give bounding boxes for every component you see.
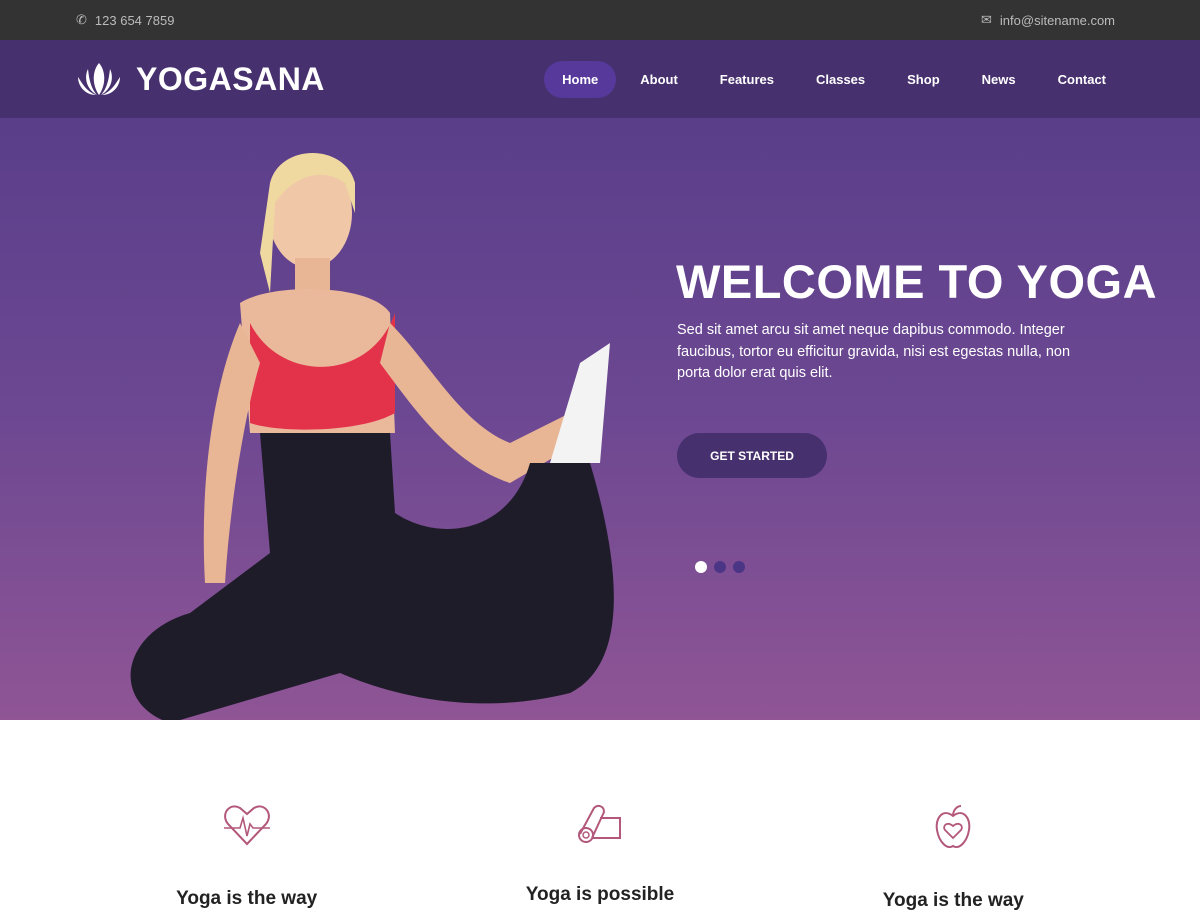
slide-dot-3[interactable] bbox=[733, 561, 745, 573]
lotus-icon bbox=[78, 63, 120, 95]
nav-contact[interactable]: Contact bbox=[1040, 61, 1124, 98]
apple-heart-icon bbox=[936, 805, 971, 848]
slide-dot-2[interactable] bbox=[714, 561, 726, 573]
hero-text: Sed sit amet arcu sit amet neque dapibus… bbox=[677, 322, 1071, 381]
main-nav: YOGASANA Home About Features Classes Sho… bbox=[0, 40, 1200, 118]
yoga-mat-icon bbox=[577, 804, 621, 843]
features-section: Yoga is the way Yoga is possible Yoga is… bbox=[0, 720, 1200, 912]
phone-contact: ✆ 123 654 7859 bbox=[76, 12, 175, 28]
feature-title: Yoga is the way bbox=[176, 888, 318, 909]
feature-card: Yoga is the way bbox=[97, 720, 397, 912]
nav-news[interactable]: News bbox=[964, 61, 1034, 98]
phone-icon: ✆ bbox=[76, 12, 87, 27]
nav-menu: Home About Features Classes Shop News Co… bbox=[544, 60, 1124, 98]
logo[interactable]: YOGASANA bbox=[76, 61, 325, 98]
email-contact[interactable]: ✉ info@sitename.com bbox=[981, 12, 1115, 28]
heartbeat-icon bbox=[223, 805, 270, 846]
feature-title: Yoga is the way bbox=[882, 890, 1024, 911]
feature-card: Yoga is possible bbox=[450, 720, 750, 912]
get-started-button[interactable]: GET STARTED bbox=[677, 433, 827, 478]
hero-title: WELCOME TO YOGA bbox=[676, 255, 1158, 308]
nav-shop[interactable]: Shop bbox=[889, 61, 958, 98]
feature-title: Yoga is possible bbox=[525, 884, 675, 905]
nav-features[interactable]: Features bbox=[702, 61, 792, 98]
slide-dot-1[interactable] bbox=[695, 561, 707, 573]
nav-home[interactable]: Home bbox=[544, 60, 617, 98]
top-bar: ✆ 123 654 7859 ✉ info@sitename.com bbox=[0, 0, 1200, 40]
nav-about[interactable]: About bbox=[622, 61, 696, 98]
slider-dots bbox=[695, 561, 745, 573]
feature-card: Yoga is the way bbox=[803, 720, 1103, 912]
hero-image-woman-stretching bbox=[130, 153, 614, 720]
nav-classes[interactable]: Classes bbox=[798, 61, 883, 98]
envelope-icon: ✉ bbox=[981, 12, 992, 27]
hero-slider: WELCOME TO YOGA Sed sit amet arcu sit am… bbox=[0, 118, 1200, 720]
